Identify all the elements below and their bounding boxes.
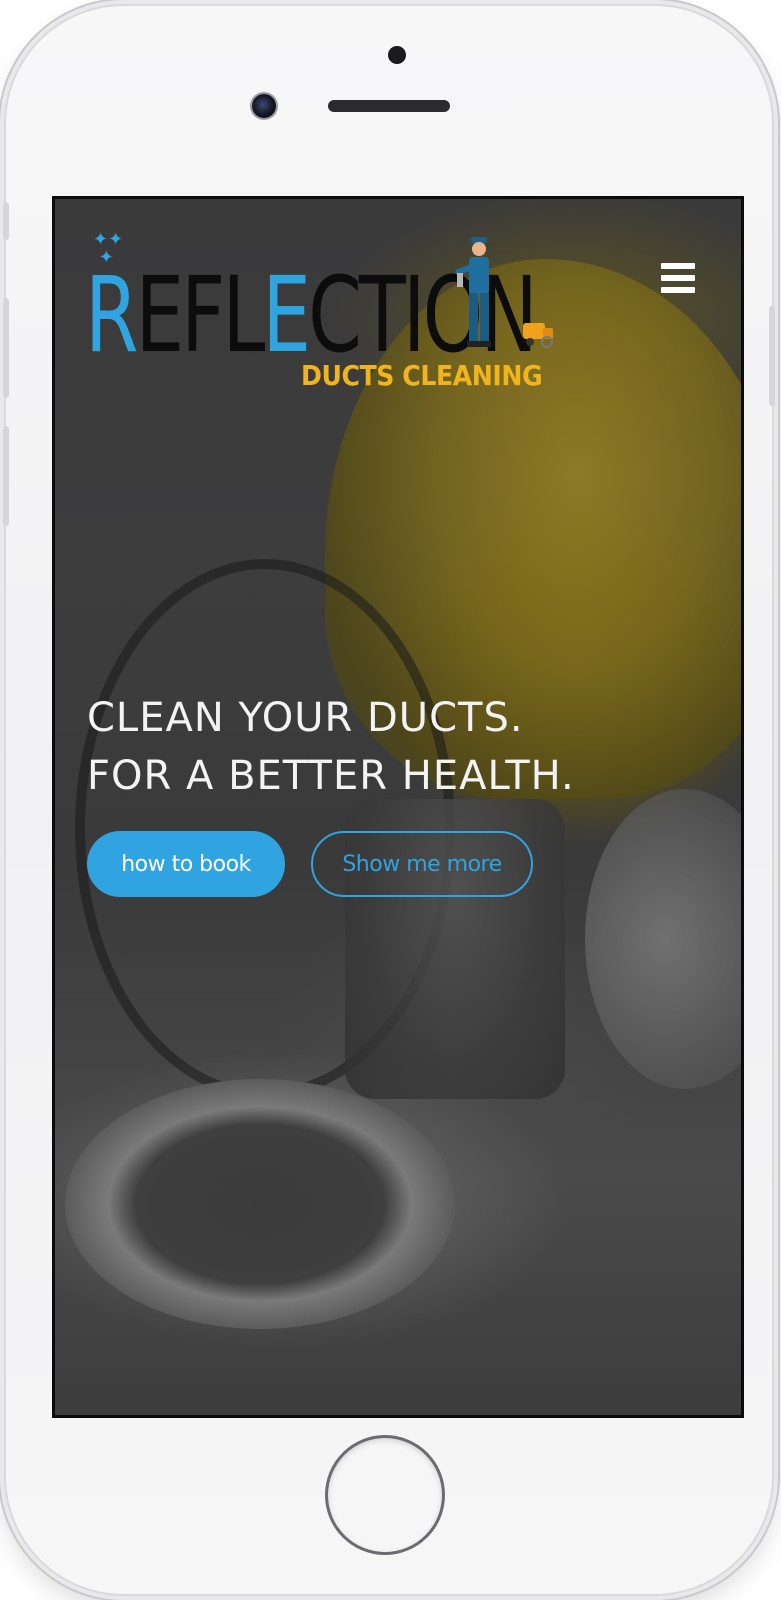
volume-down-button xyxy=(3,426,9,526)
hero-headline-line-1: CLEAN YOUR DUCTS. xyxy=(87,695,524,741)
site-logo[interactable]: ✦✦ ✦ REFLECTION DUCTS CLEANING xyxy=(85,229,555,399)
truck-icon xyxy=(523,323,553,348)
home-button xyxy=(328,1438,442,1552)
proximity-sensor xyxy=(388,46,406,64)
menu-bar xyxy=(661,263,695,269)
phone-screen: ✦✦ ✦ REFLECTION DUCTS CLEANING CLEAN YOU… xyxy=(52,196,744,1418)
logo-subtitle: DUCTS CLEANING xyxy=(301,359,543,392)
logo-letters-efl: EFL xyxy=(135,254,266,376)
earpiece-speaker xyxy=(328,100,450,112)
mute-switch xyxy=(3,202,9,240)
volume-up-button xyxy=(3,298,9,398)
logo-letter-e: E xyxy=(262,254,311,376)
menu-bar xyxy=(661,287,695,293)
vent-grille-image xyxy=(65,1079,455,1329)
logo-letters-cti: CTI xyxy=(308,254,426,376)
power-button xyxy=(769,306,775,406)
worker-icon xyxy=(455,237,491,347)
hamburger-menu-icon[interactable] xyxy=(661,263,695,297)
front-camera-icon xyxy=(252,94,276,118)
hero-headline-line-2: FOR A BETTER HEALTH. xyxy=(87,753,575,799)
phone-frame: ✦✦ ✦ REFLECTION DUCTS CLEANING CLEAN YOU… xyxy=(3,6,775,1594)
menu-bar xyxy=(661,275,695,281)
screenshot-stage: ✦✦ ✦ REFLECTION DUCTS CLEANING CLEAN YOU… xyxy=(0,0,781,1600)
logo-letter-r: R xyxy=(85,254,138,376)
show-me-more-button[interactable]: Show me more xyxy=(311,831,533,897)
hero-headline: CLEAN YOUR DUCTS. FOR A BETTER HEALTH. xyxy=(87,689,575,805)
how-to-book-button[interactable]: how to book xyxy=(87,831,285,897)
